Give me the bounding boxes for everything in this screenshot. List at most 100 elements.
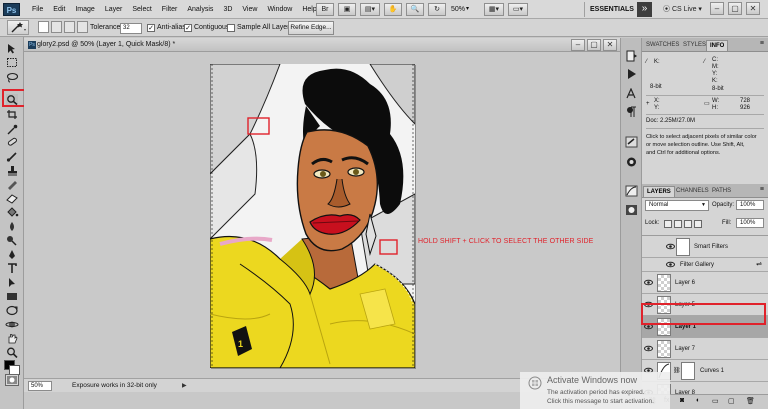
paint-bucket-tool[interactable] [5,207,19,218]
new-layer-icon[interactable]: ▢ [728,397,735,405]
zoom-dropdown-icon[interactable]: ▾ [466,0,469,19]
doc-minimize-button[interactable]: – [571,39,585,51]
contiguous-checkbox[interactable]: ✓ [184,24,192,32]
status-zoom-field[interactable]: 50% [28,381,52,391]
tab-layers[interactable]: LAYERS [643,186,675,197]
arrange-documents-button[interactable]: ▦▾ [484,3,504,16]
history-brush-tool[interactable] [5,179,19,190]
view-extras-button[interactable]: ▤▾ [360,3,380,16]
adjustments-panel-icon[interactable] [625,185,638,197]
zoom-level[interactable]: 50% [451,0,465,19]
lock-position-icon[interactable] [684,220,692,228]
actions-panel-icon[interactable] [625,68,638,80]
eyedropper-tool[interactable] [5,124,19,135]
crop-tool[interactable] [5,109,19,120]
opacity-input[interactable]: 100% [736,200,764,210]
anti-alias-checkbox[interactable]: ✓ [147,24,155,32]
history-panel-icon[interactable] [625,50,638,62]
minimize-button[interactable]: – [710,2,724,15]
windows-activation-notice[interactable]: Activate Windows now The activation peri… [520,372,670,409]
tab-swatches[interactable]: SWATCHES [643,40,682,51]
layer-row-layer-6[interactable]: Layer 6 [642,272,768,294]
fill-input[interactable]: 100% [736,218,764,228]
tool-preset-picker[interactable] [7,20,29,35]
tab-info[interactable]: INFO [706,40,729,51]
clone-source-icon[interactable] [625,156,638,168]
eye-icon[interactable] [666,242,675,251]
menu-analysis[interactable]: Analysis [182,0,218,19]
lock-all-icon[interactable] [694,220,702,228]
link-icon[interactable]: ⛓ [673,367,681,374]
layer-row-smart-filters[interactable]: Smart Filters [642,236,768,258]
blur-tool[interactable] [5,221,19,232]
sample-all-layers-checkbox[interactable] [227,24,235,32]
close-button[interactable]: ✕ [746,2,760,15]
menu-view[interactable]: View [237,0,262,19]
menu-window[interactable]: Window [262,0,297,19]
doc-close-button[interactable]: ✕ [603,39,617,51]
masks-panel-icon[interactable] [625,204,638,216]
3d-orbit-tool[interactable] [5,319,19,330]
new-selection-button[interactable] [38,21,49,33]
document-tab[interactable]: Ps glory2.psd @ 50% (Layer 1, Quick Mask… [24,38,620,52]
lasso-tool[interactable] [5,72,19,83]
eye-icon[interactable] [644,344,653,353]
brush-tool[interactable] [5,151,19,162]
tab-styles[interactable]: STYLES [680,40,709,51]
path-selection-tool[interactable] [5,277,19,288]
minibridge-button[interactable]: ▣ [338,3,356,16]
quick-mask-button[interactable] [5,374,19,386]
zoom-tool[interactable] [5,347,19,358]
character-panel-icon[interactable] [625,88,638,100]
menu-select[interactable]: Select [127,0,156,19]
brush-presets-icon[interactable] [625,136,638,148]
menu-image[interactable]: Image [70,0,99,19]
layers-menu-icon[interactable]: ≡ [760,186,764,193]
trash-icon[interactable]: 🗑 [746,397,755,405]
dodge-tool[interactable] [5,235,19,246]
new-group-icon[interactable]: ▭ [712,397,719,405]
layer-row-filter-gallery[interactable]: Filter Gallery ⇌ [642,258,768,272]
bridge-button[interactable]: Br [316,3,334,16]
menu-edit[interactable]: Edit [48,0,70,19]
more-workspaces-icon[interactable]: » [637,2,652,17]
zoom-tool-button[interactable]: 🔍 [406,3,424,16]
add-mask-icon[interactable]: ◙ [680,397,684,404]
adjustment-layer-icon[interactable]: ◐ [696,397,700,404]
lock-transparency-icon[interactable] [664,220,672,228]
3d-rotate-tool[interactable] [5,305,19,316]
tolerance-input[interactable]: 32 [120,23,142,34]
panel-menu-icon[interactable]: ≡ [760,40,764,47]
status-menu-arrow-icon[interactable]: ▶ [182,382,191,390]
workspace-switcher[interactable]: ESSENTIALS [584,2,640,17]
screen-mode-button[interactable]: ▭▾ [508,3,528,16]
clone-stamp-tool[interactable] [5,165,19,176]
menu-file[interactable]: File [27,0,48,19]
marquee-tool[interactable] [5,57,19,68]
tab-paths[interactable]: PATHS [709,186,734,197]
move-tool[interactable] [5,43,19,54]
menu-3d[interactable]: 3D [218,0,237,19]
document-canvas[interactable]: 1 [210,64,415,368]
tab-channels[interactable]: CHANNELS [673,186,712,197]
hand-tool-button[interactable]: ✋ [384,3,402,16]
subtract-from-selection-button[interactable] [64,21,75,33]
doc-restore-button[interactable]: ▢ [587,39,601,51]
eye-icon[interactable] [666,260,675,269]
restore-button[interactable]: ▢ [728,2,742,15]
menu-layer[interactable]: Layer [100,0,128,19]
menu-filter[interactable]: Filter [157,0,183,19]
eraser-tool[interactable] [5,193,19,204]
shape-tool[interactable] [5,291,19,302]
blend-mode-select[interactable]: Normal ▼ [645,200,709,211]
paragraph-panel-icon[interactable] [625,106,638,118]
filter-options-icon[interactable]: ⇌ [756,260,762,268]
layer-row-layer-7[interactable]: Layer 7 [642,338,768,360]
pen-tool[interactable] [5,249,19,260]
intersect-selection-button[interactable] [77,21,88,33]
add-to-selection-button[interactable] [51,21,62,33]
healing-brush-tool[interactable] [5,137,19,148]
lock-pixels-icon[interactable] [674,220,682,228]
hand-tool[interactable] [5,333,19,344]
refine-edge-button[interactable]: Refine Edge... [288,21,334,35]
